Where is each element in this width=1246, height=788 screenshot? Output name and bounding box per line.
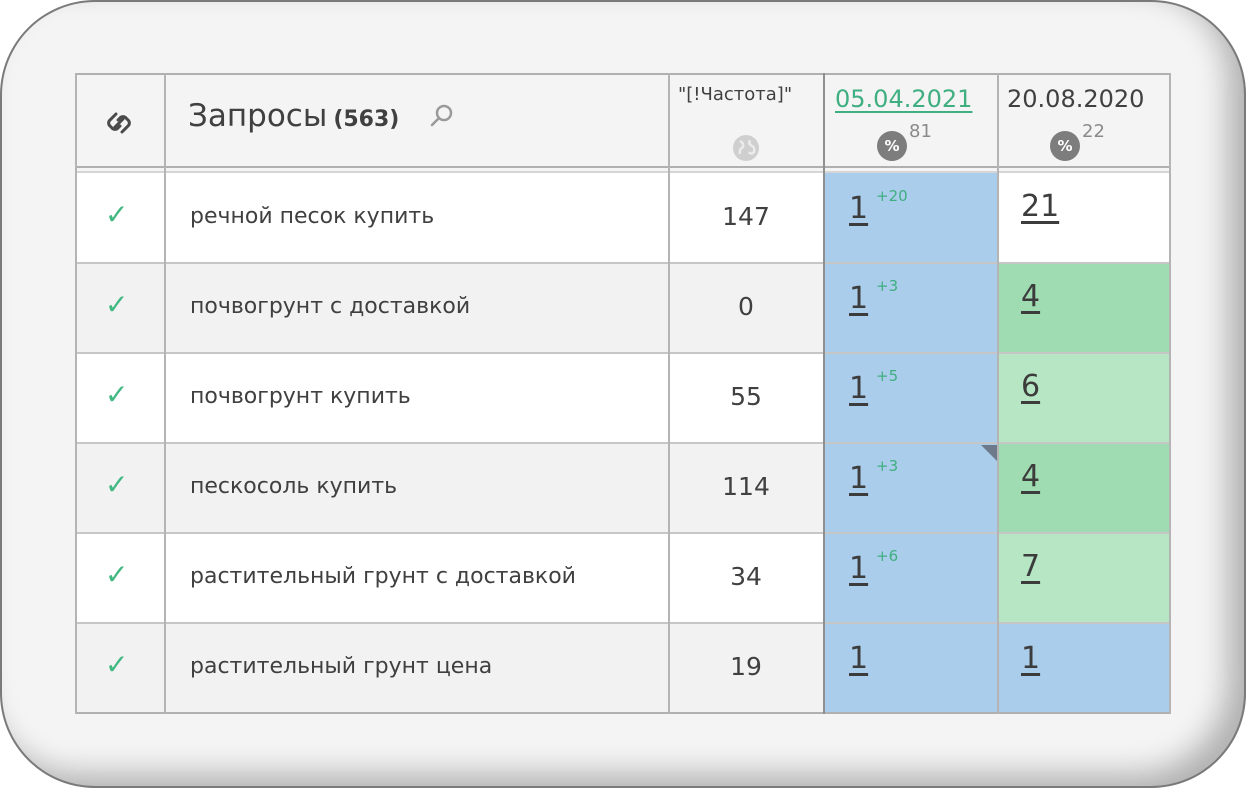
comment-marker-icon[interactable]: [981, 445, 997, 461]
position-value[interactable]: 1: [1021, 641, 1040, 676]
position-value[interactable]: 1: [849, 191, 868, 226]
query-text: растительный грунт с доставкой: [190, 564, 576, 589]
query-text: почвогрунт купить: [190, 384, 411, 409]
checkmark-icon[interactable]: ✓: [105, 198, 128, 231]
percent-value-2: 22: [1082, 121, 1105, 142]
divider: [75, 442, 1171, 444]
position-value[interactable]: 1: [849, 551, 868, 586]
divider: [75, 166, 1171, 168]
queries-count: (563): [333, 107, 400, 132]
position-delta: +3: [876, 457, 899, 475]
queries-label: Запросы: [188, 98, 328, 134]
date-column-1[interactable]: 05.04.2021: [835, 85, 972, 113]
divider: [75, 532, 1171, 534]
divider: [997, 73, 999, 714]
position-value[interactable]: 7: [1021, 549, 1040, 584]
position-value[interactable]: 1: [849, 641, 868, 676]
position-value[interactable]: 6: [1021, 369, 1040, 404]
query-text: почвогрунт с доставкой: [190, 294, 471, 319]
percent-value-1: 81: [909, 121, 932, 142]
checkmark-icon[interactable]: ✓: [105, 648, 128, 681]
position-value[interactable]: 4: [1021, 459, 1040, 494]
frequency-value: 114: [722, 472, 770, 501]
divider: [75, 171, 1171, 173]
globe-icon: [731, 133, 761, 163]
position-value[interactable]: 1: [849, 371, 868, 406]
percent-badge-icon: %: [877, 131, 907, 161]
divider: [75, 352, 1171, 354]
position-value[interactable]: 1: [849, 461, 868, 496]
divider: [75, 622, 1171, 624]
frequency-value: 55: [730, 382, 762, 411]
query-text: растительный грунт цена: [190, 654, 493, 679]
position-value[interactable]: 1: [849, 281, 868, 316]
position-delta: +6: [876, 547, 899, 565]
link-icon[interactable]: [103, 107, 135, 139]
frequency-value: 0: [738, 292, 754, 321]
divider: [75, 712, 1171, 714]
divider: [75, 73, 1171, 75]
frequency-value: 19: [730, 652, 762, 681]
query-text: пескосоль купить: [190, 474, 398, 499]
date-column-2[interactable]: 20.08.2020: [1007, 85, 1144, 113]
checkmark-icon[interactable]: ✓: [105, 468, 128, 501]
position-value[interactable]: 21: [1021, 189, 1059, 224]
checkmark-icon[interactable]: ✓: [105, 378, 128, 411]
positions-table: Запросы (563) "[!Частота]" 05.04.2021 % 8…: [75, 73, 1171, 714]
position-delta: +5: [876, 367, 899, 385]
position-delta: +3: [876, 277, 899, 295]
checkmark-icon[interactable]: ✓: [105, 558, 128, 591]
search-icon[interactable]: [429, 103, 455, 129]
checkmark-icon[interactable]: ✓: [105, 288, 128, 321]
queries-header[interactable]: Запросы (563): [188, 98, 399, 134]
frequency-value: 147: [722, 202, 770, 231]
query-text: речной песок купить: [190, 204, 435, 229]
divider: [1169, 73, 1171, 714]
position-value[interactable]: 4: [1021, 279, 1040, 314]
card: Запросы (563) "[!Частота]" 05.04.2021 % 8…: [0, 0, 1246, 788]
divider: [75, 73, 77, 714]
frequency-header[interactable]: "[!Частота]": [678, 84, 792, 105]
percent-badge-icon: %: [1050, 131, 1080, 161]
frequency-value: 34: [730, 562, 762, 591]
divider: [823, 73, 825, 714]
divider: [164, 73, 166, 714]
position-delta: +20: [876, 187, 908, 205]
divider: [75, 262, 1171, 264]
